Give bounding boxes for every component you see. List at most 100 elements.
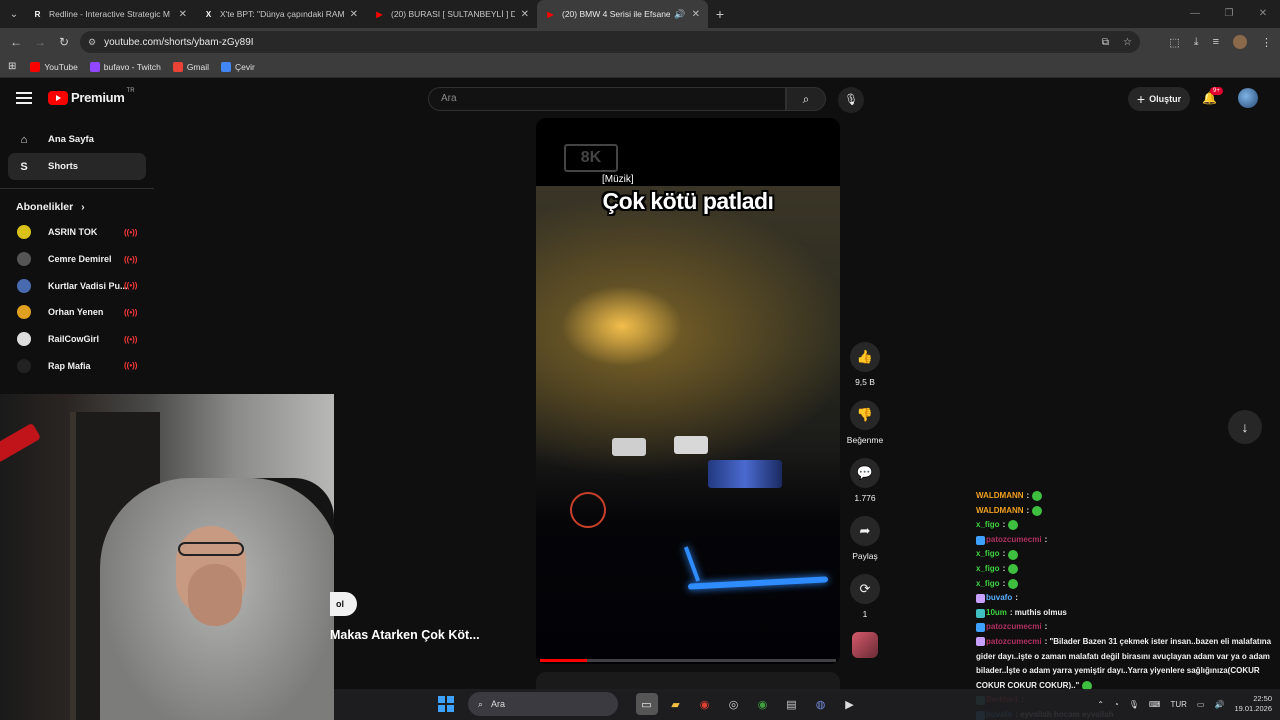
browser-tab[interactable]: ▶ (20) BMW 4 Serisi ile Efsane 🔊 ✕ <box>537 0 708 28</box>
chat-username[interactable]: WALDMANN <box>976 489 1024 504</box>
account-avatar[interactable] <box>1238 88 1258 108</box>
new-tab-button[interactable]: + <box>708 6 732 22</box>
browser-tab[interactable]: X X'te BPT: "Dünya çapındaki RAM ✕ <box>195 0 366 28</box>
chat-username[interactable]: patozcumecmi <box>986 637 1042 646</box>
network-icon[interactable]: ◔ <box>1114 700 1119 709</box>
forward-icon[interactable]: → <box>28 35 52 49</box>
dislike-button[interactable]: 👎 Beğenme <box>845 400 885 445</box>
subscription-item[interactable]: Orhan Yenen ((•)) <box>0 299 154 326</box>
chat-username[interactable]: patozcumecmi <box>986 533 1042 548</box>
keyboard-icon[interactable]: ⌨ <box>1149 700 1161 709</box>
music-thumbnail[interactable] <box>852 632 878 658</box>
sidebar-item-shorts[interactable]: S Shorts <box>8 153 146 180</box>
short-video-player[interactable]: 8K [Müzik] Çok kötü patladı <box>536 118 840 664</box>
bookmark-label: Gmail <box>186 61 210 72</box>
voice-search-icon[interactable]: 🎙 <box>838 87 864 113</box>
close-tab-icon[interactable]: ✕ <box>521 9 529 20</box>
profile-avatar[interactable] <box>1233 35 1247 49</box>
menu-icon[interactable] <box>16 92 32 104</box>
display-icon[interactable]: ▭ <box>1197 700 1205 709</box>
like-button[interactable]: 👍 9,5 B <box>845 342 885 387</box>
language-indicator[interactable]: TUR <box>1170 700 1186 709</box>
notifications-icon[interactable]: 🔔 9+ <box>1202 87 1223 105</box>
subscription-item[interactable]: Cemre Demirel ((•)) <box>0 246 154 273</box>
terminal-icon[interactable]: ▤ <box>781 693 803 715</box>
chat-username[interactable]: buvafo <box>986 591 1012 606</box>
mic-tray-icon[interactable]: 🎙 <box>1129 700 1139 709</box>
url-input[interactable]: ⚙ youtube.com/shorts/ybam-zGy89I ⧉ ☆ <box>80 31 1140 53</box>
search-input[interactable]: Ara <box>428 87 786 111</box>
home-icon: ⌂ <box>20 133 28 146</box>
video-progress-fill <box>540 659 588 662</box>
subscription-item[interactable]: RailCowGirl ((•)) <box>0 326 154 353</box>
short-title[interactable]: Makas Atarken Çok Köt... <box>330 628 480 642</box>
subscription-item[interactable]: Rap Mafia ((•)) <box>0 352 154 379</box>
subscriptions-heading[interactable]: Abonelikler › <box>0 201 154 213</box>
create-button[interactable]: + Oluştur <box>1128 87 1190 111</box>
clock[interactable]: 22:50 19.01.2026 <box>1234 694 1272 714</box>
chat-username[interactable]: x_figo <box>976 547 1000 562</box>
extensions-icon[interactable]: ⬚ <box>1169 36 1179 49</box>
bookmark-item[interactable]: Çevir <box>221 61 255 72</box>
install-app-icon[interactable]: ⧉ <box>1102 37 1109 48</box>
video-dashboard-screen <box>708 460 782 488</box>
search-icon: ⌕ <box>478 698 484 709</box>
obs-icon[interactable]: ◎ <box>723 693 745 715</box>
menu-dots-icon[interactable]: ⋮ <box>1261 36 1272 49</box>
apps-grid-icon[interactable]: ⊞ <box>8 61 16 72</box>
bookmark-star-icon[interactable]: ☆ <box>1123 37 1132 48</box>
chrome-icon[interactable]: ◉ <box>694 693 716 715</box>
video-ambient-light <box>688 576 828 590</box>
download-icon[interactable]: ⤓ <box>1194 36 1199 49</box>
bookmark-item[interactable]: Gmail <box>172 61 210 72</box>
search-button[interactable]: ⌕ <box>786 87 826 111</box>
chrome-icon[interactable]: ◉ <box>752 693 774 715</box>
comments-button[interactable]: 💬 1.776 <box>845 458 885 503</box>
taskbar-search[interactable]: ⌕ Ara <box>468 692 618 716</box>
minimize-icon[interactable]: — <box>1178 0 1212 28</box>
start-icon[interactable] <box>438 696 454 712</box>
webcam-person-hand <box>188 564 242 626</box>
back-icon[interactable]: ← <box>4 35 28 49</box>
chat-badge-icon <box>976 535 985 545</box>
chat-username[interactable]: 10um <box>986 606 1007 621</box>
chat-username[interactable]: x_figo <box>976 562 1000 577</box>
chat-username[interactable]: x_figo <box>976 577 1000 592</box>
youtube-logo[interactable]: Premium TR <box>48 88 135 105</box>
subscribe-button[interactable]: ol <box>330 592 357 616</box>
tab-search-icon[interactable]: ⌄ <box>4 4 24 24</box>
audio-playing-icon[interactable]: 🔊 <box>674 9 685 20</box>
next-short-button[interactable]: ↓ <box>1228 410 1262 444</box>
subscription-name: RailCowGirl <box>48 334 100 345</box>
media-player-icon[interactable]: ▶ <box>839 693 861 715</box>
file-explorer-icon[interactable]: ▰ <box>665 693 687 715</box>
remix-button[interactable]: ⟳ 1 <box>845 574 885 619</box>
chat-text: : <box>1015 593 1018 603</box>
video-progress-bar[interactable] <box>540 659 836 662</box>
maximize-icon[interactable]: ❐ <box>1212 0 1246 28</box>
reload-icon[interactable]: ↻ <box>52 35 76 49</box>
chat-username[interactable]: patozcumecmi <box>986 620 1042 635</box>
close-tab-icon[interactable]: ✕ <box>692 9 700 20</box>
bookmark-item[interactable]: bufavo - Twitch <box>89 61 161 72</box>
close-tab-icon[interactable]: ✕ <box>350 9 358 20</box>
browser-tab[interactable]: ▶ (20) BURASI [ SULTANBEYLİ ] Dİ ✕ <box>366 0 537 28</box>
chat-username[interactable]: WALDMANN <box>976 504 1024 519</box>
browser-tab[interactable]: R Redline - Interactive Strategic M ✕ <box>24 0 195 28</box>
volume-icon[interactable]: 🔊 <box>1214 700 1224 709</box>
close-window-icon[interactable]: ✕ <box>1246 0 1280 28</box>
share-button[interactable]: ➦ Paylaş <box>845 516 885 561</box>
media-control-icon[interactable]: ≡ <box>1213 36 1219 48</box>
subscription-item[interactable]: ASRIN TOK ((•)) <box>0 219 154 246</box>
subscription-name: Cemre Demirel <box>48 254 112 265</box>
sidebar-item-home[interactable]: ⌂ Ana Sayfa <box>8 126 146 153</box>
discord-icon[interactable]: ◍ <box>810 693 832 715</box>
site-info-icon[interactable]: ⚙ <box>88 37 96 48</box>
bookmark-item[interactable]: YouTube <box>30 61 78 72</box>
chat-badge-icon <box>976 623 985 633</box>
chat-username[interactable]: x_figo <box>976 518 1000 533</box>
subscription-item[interactable]: Kurtlar Vadisi Pu... ((•)) <box>0 272 154 299</box>
close-tab-icon[interactable]: ✕ <box>179 9 187 20</box>
tray-expand-icon[interactable]: ⌃ <box>1097 700 1104 709</box>
task-view-icon[interactable]: ▭ <box>635 693 658 715</box>
